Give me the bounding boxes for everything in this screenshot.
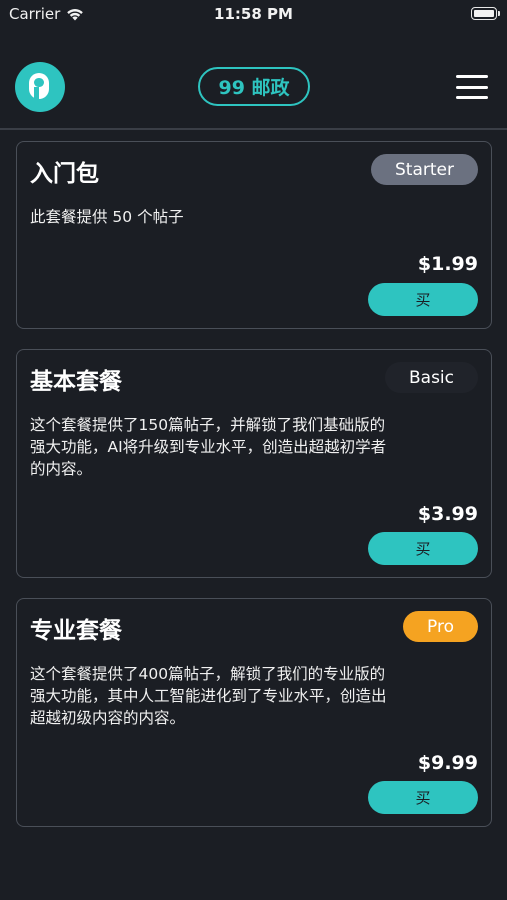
plan-description: 这个套餐提供了400篇帖子，解锁了我们的专业版的强大功能，其中人工智能进化到了专… <box>30 665 387 727</box>
plan-price: $1.99 <box>417 253 478 275</box>
battery-icon <box>471 7 500 20</box>
buy-button-pro[interactable]: 买 <box>368 781 478 814</box>
status-bar: Carrier 11:58 PM <box>0 0 507 30</box>
plan-card-starter: 入门包 Starter 此套餐提供 50 个帖子 $1.99 买 <box>16 141 492 329</box>
header-divider <box>0 128 507 130</box>
plan-badge: Pro <box>403 611 478 642</box>
plan-title: 基本套餐 <box>30 369 122 395</box>
plan-title: 入门包 <box>30 161 99 187</box>
plan-title: 专业套餐 <box>30 618 122 644</box>
p-logo-icon <box>29 73 49 99</box>
plan-price: $3.99 <box>417 503 478 525</box>
credits-badge[interactable]: 99 邮政 <box>198 67 310 106</box>
menu-line <box>456 75 488 78</box>
app-header: 99 邮政 <box>0 48 507 128</box>
buy-button-starter[interactable]: 买 <box>368 283 478 316</box>
menu-line <box>456 85 488 89</box>
credits-label: 99 邮政 <box>218 77 290 99</box>
plan-description: 这个套餐提供了150篇帖子，并解锁了我们基础版的强大功能，AI将升级到专业水平，… <box>30 416 387 478</box>
plan-card-pro: 专业套餐 Pro 这个套餐提供了400篇帖子，解锁了我们的专业版的强大功能，其中… <box>16 598 492 827</box>
hamburger-menu-icon[interactable] <box>456 75 488 99</box>
plan-badge: Starter <box>371 154 478 185</box>
status-time: 11:58 PM <box>214 5 293 23</box>
plan-price: $9.99 <box>417 752 478 774</box>
plan-description: 此套餐提供 50 个帖子 <box>30 208 184 226</box>
buy-button-basic[interactable]: 买 <box>368 532 478 565</box>
menu-line <box>456 96 488 99</box>
plan-card-basic: 基本套餐 Basic 这个套餐提供了150篇帖子，并解锁了我们基础版的强大功能，… <box>16 349 492 578</box>
plan-badge: Basic <box>384 362 478 393</box>
app-logo[interactable] <box>15 62 65 112</box>
